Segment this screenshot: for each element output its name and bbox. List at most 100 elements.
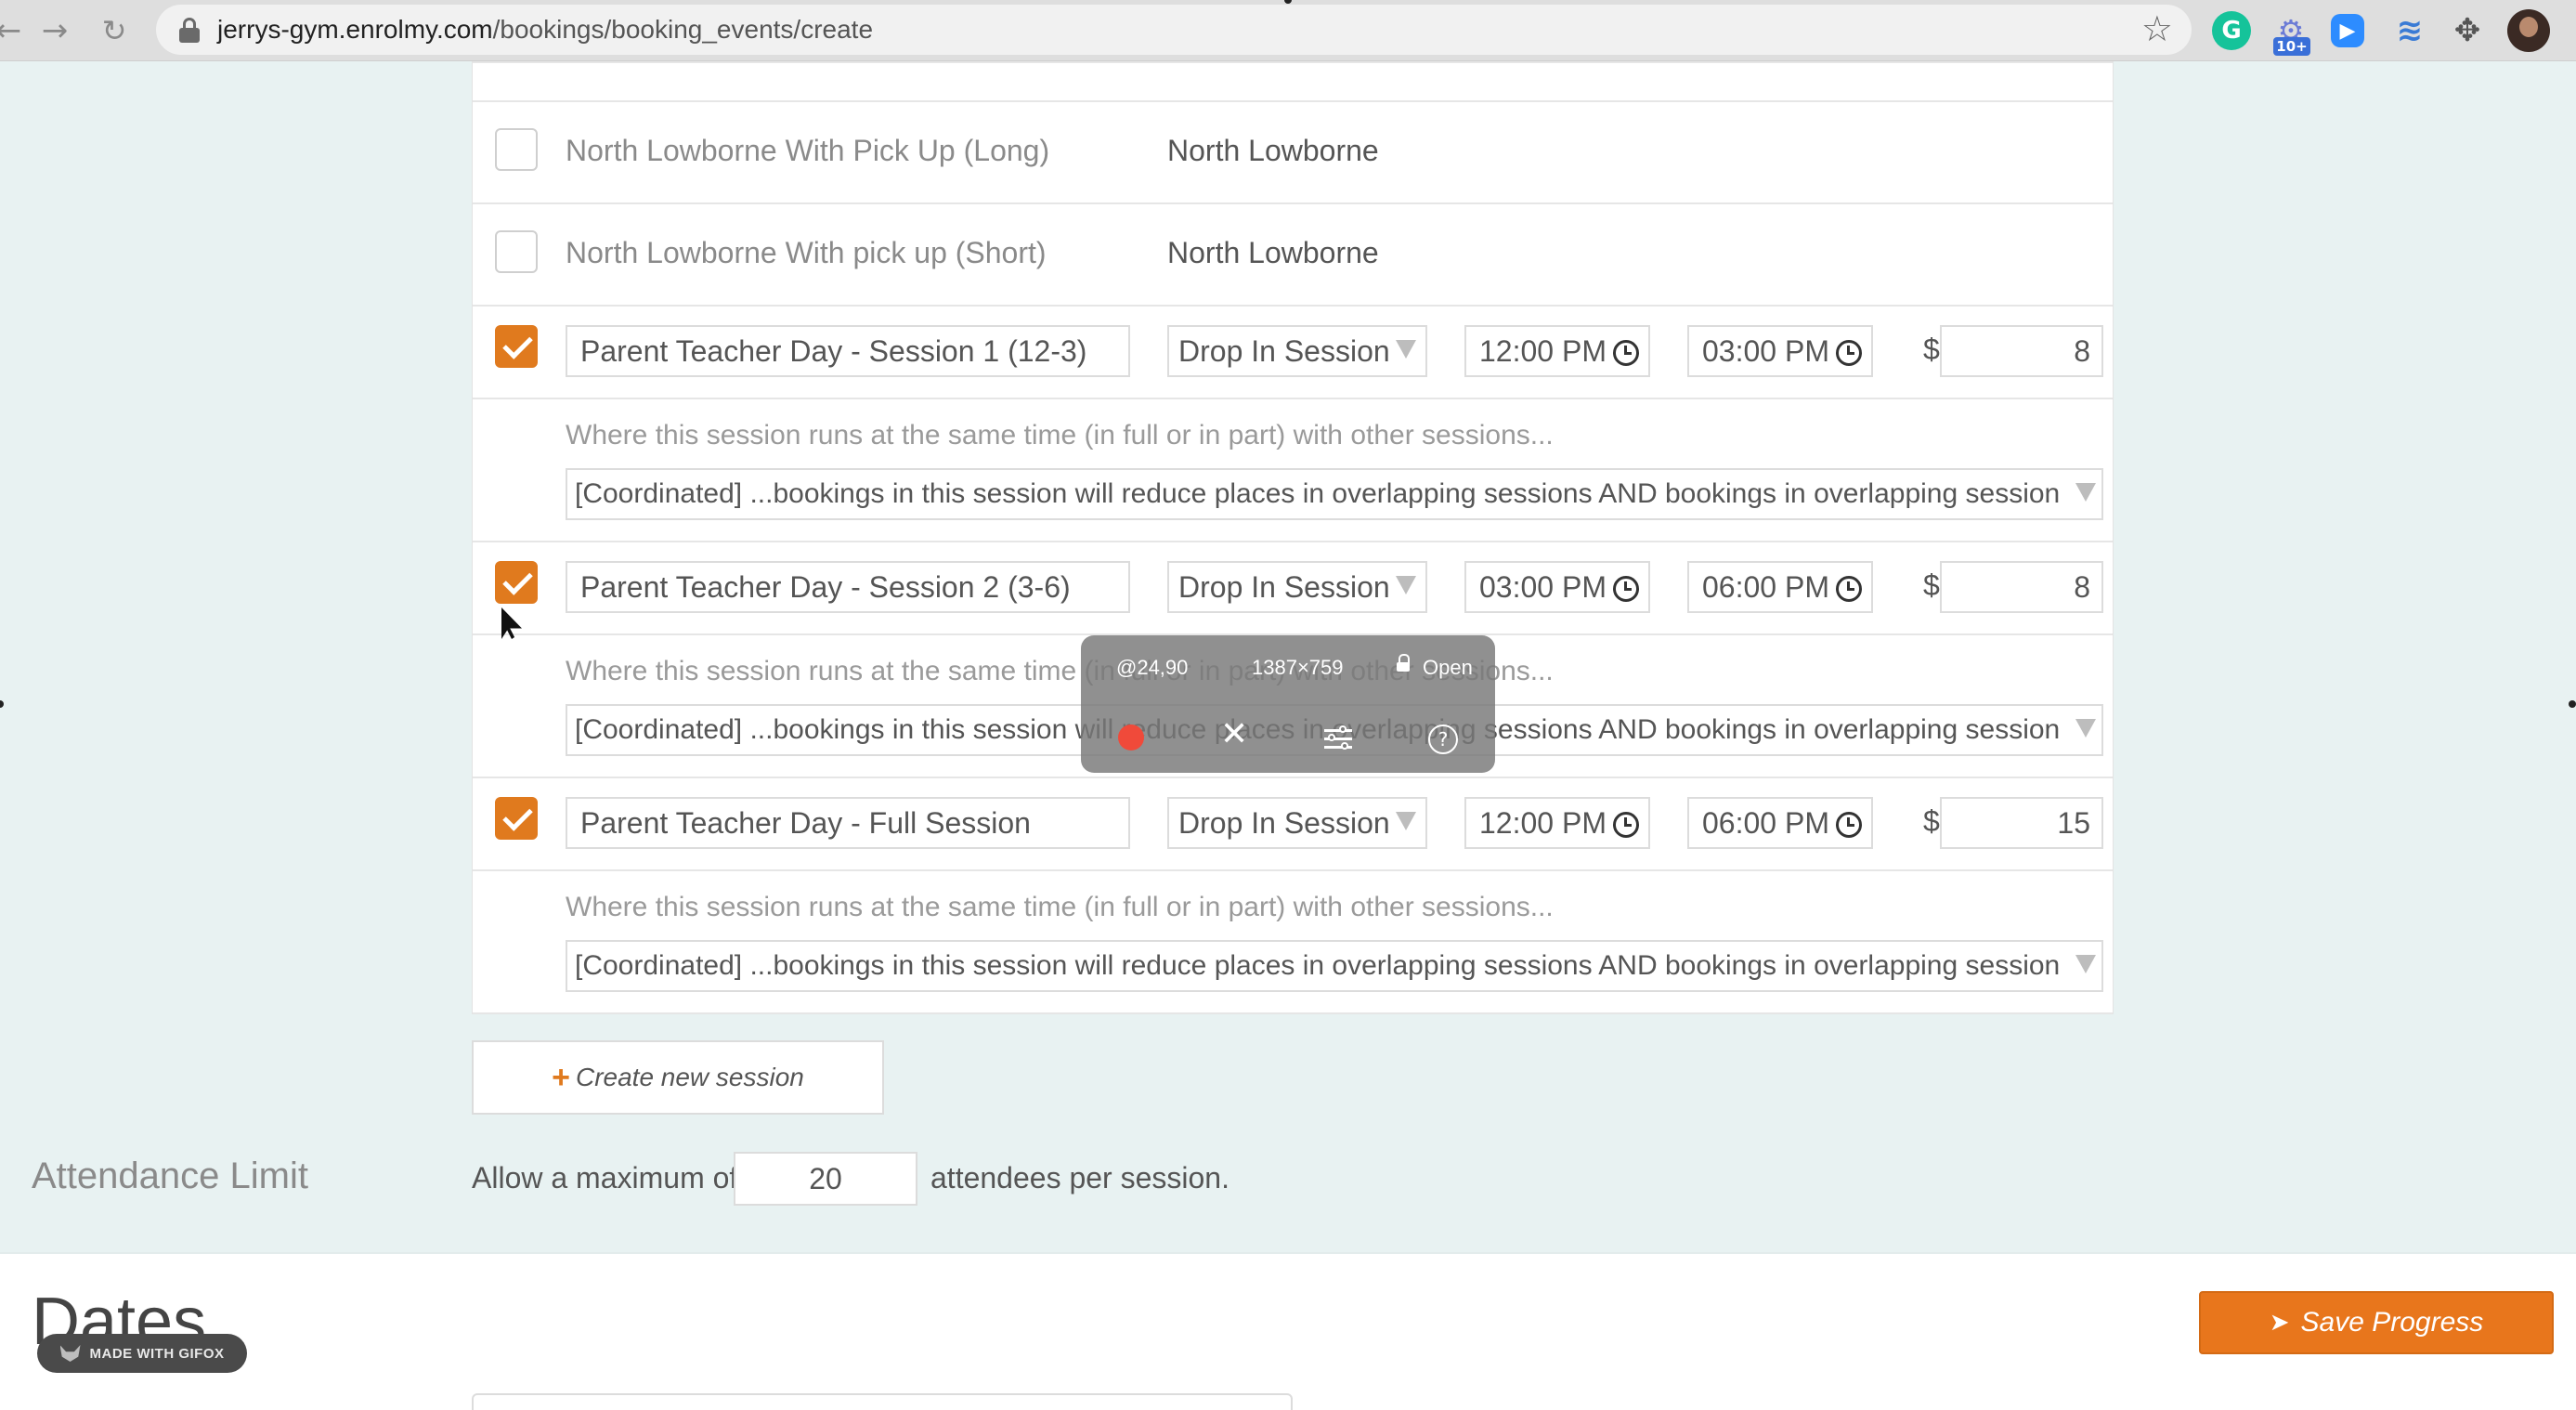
attendance-limit-input[interactable]: 20 (734, 1152, 917, 1206)
row-divider (473, 100, 2113, 102)
browser-toolbar: ← → ↻ jerrys-gym.enrolmy.com/bookings/bo… (0, 0, 2576, 61)
gifox-badge-label: MADE WITH GIFOX (89, 1345, 225, 1362)
chevron-down-icon (1396, 812, 1416, 830)
row-divider (473, 869, 2113, 871)
grammarly-extension-icon[interactable]: G (2212, 11, 2251, 50)
session-type-select[interactable]: Drop In Session (1167, 325, 1427, 377)
sessions-panel: North Lowborne With Pick Up (Long) North… (472, 61, 2114, 1014)
attendance-suffix: attendees per session. (930, 1161, 1229, 1195)
create-new-session-button[interactable]: + Create new session (472, 1040, 884, 1115)
session-checkbox[interactable] (495, 128, 538, 171)
clock-icon[interactable] (1613, 812, 1639, 838)
end-time-input[interactable]: 06:00 PM (1687, 561, 1873, 613)
price-input[interactable]: 8 (1940, 561, 2103, 613)
hud-lock-label[interactable]: Open (1423, 656, 1473, 680)
fox-icon (59, 1345, 81, 1362)
session-checkbox[interactable] (495, 230, 538, 273)
clock-icon[interactable] (1613, 576, 1639, 602)
session-name: North Lowborne With Pick Up (Long) (566, 134, 1050, 167)
row-divider (473, 61, 2113, 63)
profile-avatar[interactable] (2507, 9, 2550, 52)
android-extension-icon[interactable]: ⚙ 10+ (2271, 11, 2310, 56)
zoom-extension-icon[interactable]: ▶ (2331, 14, 2364, 47)
gifox-badge: MADE WITH GIFOX (37, 1334, 247, 1373)
reload-icon[interactable]: ↻ (93, 9, 136, 52)
address-bar[interactable]: jerrys-gym.enrolmy.com/bookings/booking_… (156, 5, 2192, 55)
start-time-input[interactable]: 12:00 PM (1464, 797, 1650, 849)
row-divider (473, 398, 2113, 399)
row-divider (473, 202, 2113, 204)
row-divider (473, 777, 2113, 778)
currency-symbol: $ (1923, 568, 1940, 602)
streak-extension-icon[interactable]: ≋ (2390, 11, 2429, 50)
start-time-input[interactable]: 12:00 PM (1464, 325, 1650, 377)
star-icon[interactable]: ☆ (2141, 8, 2173, 49)
unlock-icon[interactable] (1397, 654, 1410, 672)
overlap-note: Where this session runs at the same time… (566, 892, 1554, 922)
gifox-recording-hud: @24,90 1387×759 Open ✕ ? (1081, 635, 1495, 773)
currency-symbol: $ (1923, 333, 1940, 366)
session-location: North Lowborne (1167, 134, 1379, 167)
session-type-select[interactable]: Drop In Session (1167, 797, 1427, 849)
puzzle-extensions-icon[interactable]: ✥ (2448, 11, 2487, 50)
save-progress-button[interactable]: ➤ Save Progress (2199, 1291, 2554, 1354)
record-icon[interactable] (1118, 725, 1144, 751)
coordination-select[interactable]: [Coordinated] ...bookings in this sessio… (566, 468, 2103, 520)
dates-input[interactable] (472, 1393, 1293, 1410)
clock-icon[interactable] (1836, 576, 1862, 602)
session-type-value: Drop In Session (1178, 334, 1390, 368)
close-icon[interactable]: ✕ (1220, 715, 1248, 753)
grammarly-letter: G (2221, 17, 2242, 45)
hud-position: @24,90 (1116, 656, 1189, 679)
capture-handle (2569, 700, 2576, 708)
plus-icon: + (552, 1059, 570, 1095)
session-type-value: Drop In Session (1178, 806, 1390, 840)
session-checkbox-checked[interactable] (495, 561, 538, 604)
clock-icon[interactable] (1836, 812, 1862, 838)
url-host: jerrys-gym.enrolmy.com (217, 15, 493, 44)
price-input[interactable]: 15 (1940, 797, 2103, 849)
start-time-value: 12:00 PM (1479, 334, 1607, 368)
coordination-value: [Coordinated] ...bookings in this sessio… (575, 478, 2061, 509)
chevron-down-icon (1396, 576, 1416, 594)
row-divider (473, 1012, 2113, 1014)
attendance-prefix: Allow a maximum of (472, 1161, 738, 1195)
settings-sliders-icon[interactable] (1324, 725, 1352, 751)
arrow-right-icon: ➤ (2269, 1309, 2290, 1337)
end-time-input[interactable]: 03:00 PM (1687, 325, 1873, 377)
lock-icon[interactable] (178, 18, 201, 44)
back-arrow-icon[interactable]: ← (0, 9, 30, 52)
session-type-select[interactable]: Drop In Session (1167, 561, 1427, 613)
session-name-input[interactable]: Parent Teacher Day - Full Session (566, 797, 1130, 849)
extension-badge: 10+ (2273, 37, 2310, 56)
end-time-value: 06:00 PM (1702, 570, 1829, 604)
dates-section (0, 1252, 2576, 1410)
help-icon[interactable]: ? (1428, 725, 1458, 754)
url-text: jerrys-gym.enrolmy.com/bookings/booking_… (217, 15, 873, 45)
end-time-input[interactable]: 06:00 PM (1687, 797, 1873, 849)
session-name-input[interactable]: Parent Teacher Day - Session 2 (3-6) (566, 561, 1130, 613)
end-time-value: 06:00 PM (1702, 806, 1829, 840)
session-checkbox-checked[interactable] (495, 797, 538, 840)
session-type-value: Drop In Session (1178, 570, 1390, 604)
clock-icon[interactable] (1613, 340, 1639, 366)
clock-icon[interactable] (1836, 340, 1862, 366)
coordination-select[interactable]: [Coordinated] ...bookings in this sessio… (566, 940, 2103, 992)
coordination-value: [Coordinated] ...bookings in this sessio… (575, 950, 2061, 981)
row-divider (473, 305, 2113, 307)
session-name-input[interactable]: Parent Teacher Day - Session 1 (12-3) (566, 325, 1130, 377)
session-name: North Lowborne With pick up (Short) (566, 236, 1047, 269)
price-input[interactable]: 8 (1940, 325, 2103, 377)
chevron-down-icon (1396, 340, 1416, 359)
attendance-limit-title: Attendance Limit (32, 1155, 308, 1196)
chevron-down-icon (2075, 719, 2096, 738)
save-progress-label: Save Progress (2300, 1307, 2484, 1338)
session-location: North Lowborne (1167, 236, 1379, 269)
start-time-input[interactable]: 03:00 PM (1464, 561, 1650, 613)
forward-arrow-icon[interactable]: → (33, 9, 76, 52)
end-time-value: 03:00 PM (1702, 334, 1829, 368)
row-divider (473, 541, 2113, 542)
capture-handle (0, 700, 4, 708)
overlap-note: Where this session runs at the same time… (566, 420, 1554, 450)
session-checkbox-checked[interactable] (495, 325, 538, 368)
